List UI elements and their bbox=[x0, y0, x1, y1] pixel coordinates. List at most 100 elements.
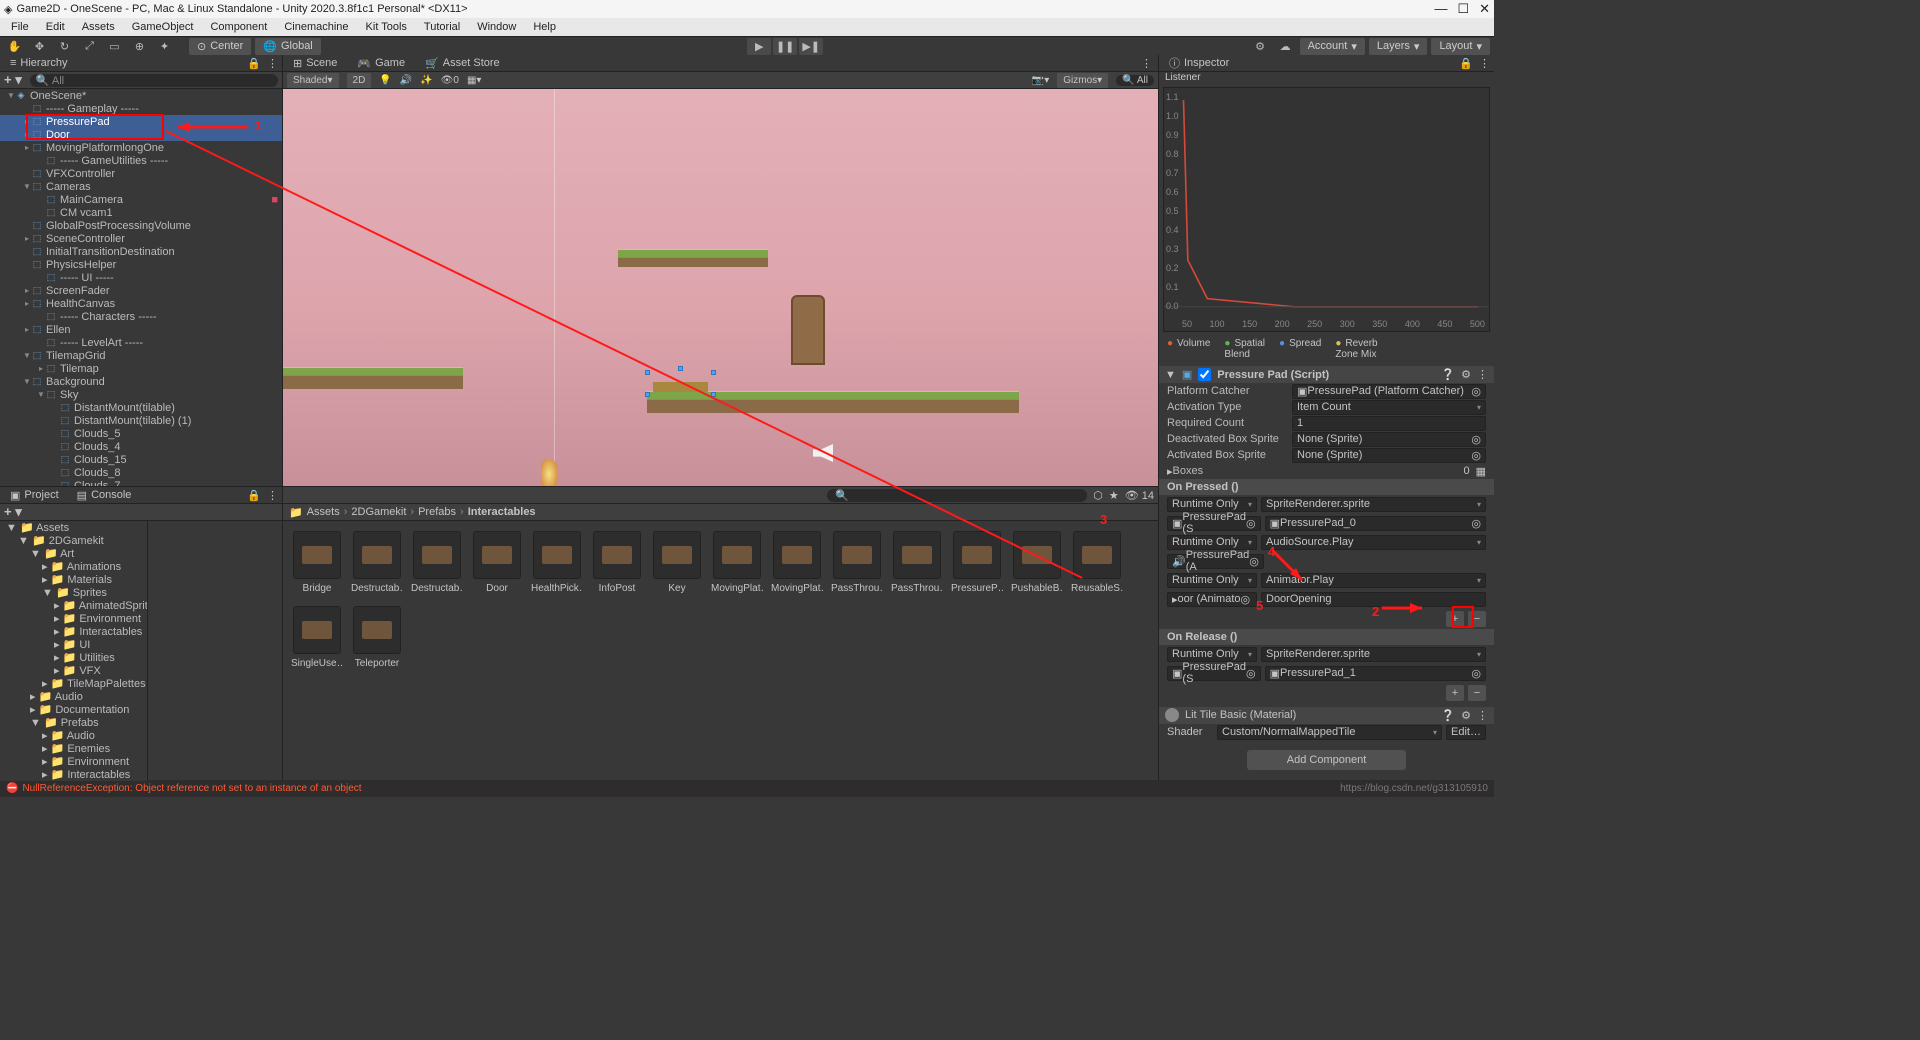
hierarchy-item[interactable]: ▸⬚SceneController bbox=[0, 232, 282, 245]
preset-icon[interactable]: ⚙ bbox=[1461, 368, 1471, 381]
project-folder[interactable]: ▼ 📁 Art bbox=[0, 547, 147, 560]
project-folder[interactable]: ▼ 📁 Prefabs bbox=[0, 716, 147, 729]
door-opening-field[interactable]: DoorOpening bbox=[1261, 592, 1486, 607]
project-folder[interactable]: ▸ 📁 TileMapPalettes bbox=[0, 677, 147, 690]
layers-dropdown[interactable]: Layers ▾ bbox=[1369, 38, 1428, 55]
fav-icon[interactable]: ★ bbox=[1109, 489, 1119, 502]
inspector-tab[interactable]: ⓘ Inspector bbox=[1163, 55, 1235, 71]
hierarchy-item[interactable]: ⬚DistantMount(tilable) bbox=[0, 401, 282, 414]
hierarchy-item[interactable]: ▸⬚HealthCanvas bbox=[0, 297, 282, 310]
custom-tool-icon[interactable]: ✦ bbox=[154, 38, 175, 55]
menu-kittools[interactable]: Kit Tools bbox=[359, 20, 414, 34]
tab-assetstore[interactable]: 🛒 Asset Store bbox=[415, 57, 510, 70]
project-asset-item[interactable]: InfoPost bbox=[593, 531, 641, 594]
menu-component[interactable]: Component bbox=[203, 20, 274, 34]
inspector-lock-icon[interactable]: 🔒 bbox=[1459, 57, 1473, 70]
menu-cinemachine[interactable]: Cinemachine bbox=[277, 20, 355, 34]
event-arg-field[interactable]: ▣ PressurePad_0◎ bbox=[1265, 516, 1486, 531]
project-folder[interactable]: ▸ 📁 Animations bbox=[0, 560, 147, 573]
help-icon[interactable]: ❔ bbox=[1441, 709, 1455, 722]
hidden-icon[interactable]: 👁0 bbox=[441, 75, 459, 86]
panel-menu-icon[interactable]: ⋮ bbox=[267, 489, 278, 502]
project-folder[interactable]: ▼ 📁 2DGamekit bbox=[0, 534, 147, 547]
project-asset-item[interactable]: Destructab… bbox=[413, 531, 461, 594]
grid-icon[interactable]: ▦▾ bbox=[467, 75, 481, 86]
hierarchy-item[interactable]: ▸⬚MovingPlatformlongOne bbox=[0, 141, 282, 154]
hierarchy-item[interactable]: ⬚Clouds_15 bbox=[0, 453, 282, 466]
panel-lock-icon[interactable]: 🔒 bbox=[247, 489, 261, 502]
project-folder[interactable]: ▸ 📁 Interactables bbox=[0, 625, 147, 638]
shader-dropdown[interactable]: Custom/NormalMappedTile bbox=[1217, 725, 1442, 740]
gizmos-dropdown[interactable]: Gizmos ▾ bbox=[1057, 73, 1108, 88]
hidden-count[interactable]: 👁 14 bbox=[1125, 489, 1154, 502]
project-asset-item[interactable]: PassThrou… bbox=[833, 531, 881, 594]
hierarchy-item[interactable]: ⬚----- Characters ----- bbox=[0, 310, 282, 323]
event-onpressed-3[interactable]: Runtime Only Animator.Play bbox=[1159, 571, 1494, 590]
project-asset-item[interactable]: Door bbox=[473, 531, 521, 594]
collab-icon[interactable]: ⚙ bbox=[1250, 38, 1271, 55]
hierarchy-item[interactable]: ⬚InitialTransitionDestination bbox=[0, 245, 282, 258]
event-object-field[interactable]: ▣PressurePad (S ◎ bbox=[1167, 516, 1261, 531]
hierarchy-item[interactable]: ▸⬚PressurePad bbox=[0, 115, 282, 128]
maximize-button[interactable]: ☐ bbox=[1457, 1, 1469, 17]
scale-tool-icon[interactable]: ⤢ bbox=[79, 38, 100, 55]
hierarchy-item[interactable]: ⬚CM vcam1 bbox=[0, 206, 282, 219]
shading-dropdown[interactable]: Shaded ▾ bbox=[287, 73, 339, 88]
project-asset-item[interactable]: PassThrou… bbox=[893, 531, 941, 594]
hierarchy-item[interactable]: ▼⬚Cameras bbox=[0, 180, 282, 193]
activation-type-dropdown[interactable]: Item Count bbox=[1292, 400, 1486, 415]
project-folder[interactable]: ▸ 📁 Environment bbox=[0, 612, 147, 625]
hierarchy-item[interactable]: ⬚----- UI ----- bbox=[0, 271, 282, 284]
hierarchy-item[interactable]: ⬚Clouds_7 bbox=[0, 479, 282, 486]
edit-shader-button[interactable]: Edit… bbox=[1446, 725, 1486, 740]
preset-icon[interactable]: ⚙ bbox=[1461, 709, 1471, 722]
close-button[interactable]: ✕ bbox=[1479, 1, 1490, 17]
hierarchy-item[interactable]: ▸⬚Door bbox=[0, 128, 282, 141]
project-breadcrumb[interactable]: 📁 Assets› 2DGamekit› Prefabs› Interactab… bbox=[283, 504, 1158, 521]
cloud-icon[interactable]: ☁ bbox=[1275, 38, 1296, 55]
event-remove-button[interactable]: − bbox=[1468, 685, 1486, 701]
hierarchy-item[interactable]: ⬚PhysicsHelper bbox=[0, 258, 282, 271]
project-folder[interactable]: ▸ 📁 Environment bbox=[0, 755, 147, 768]
tab-scene[interactable]: ⊞ Scene bbox=[283, 57, 347, 70]
hierarchy-item[interactable]: ▸⬚Tilemap bbox=[0, 362, 282, 375]
project-folder[interactable]: ▸ 📁 VFX bbox=[0, 664, 147, 677]
console-error[interactable]: ⛔ NullReferenceException: Object referen… bbox=[6, 783, 362, 794]
hierarchy-item[interactable]: ▼⬚Sky bbox=[0, 388, 282, 401]
step-button[interactable]: ▶❚ bbox=[799, 38, 823, 55]
project-asset-item[interactable]: HealthPick… bbox=[533, 531, 581, 594]
camera-icon[interactable]: 📷▾ bbox=[1032, 75, 1049, 86]
move-tool-icon[interactable]: ✥ bbox=[29, 38, 50, 55]
required-count-field[interactable]: 1 bbox=[1292, 416, 1486, 431]
activated-sprite-field[interactable]: None (Sprite)◎ bbox=[1292, 448, 1486, 463]
project-folder[interactable]: ▸ 📁 UI bbox=[0, 638, 147, 651]
function-dropdown[interactable]: SpriteRenderer.sprite bbox=[1261, 497, 1486, 512]
boxes-menu-icon[interactable]: ▦ bbox=[1476, 465, 1486, 478]
panel-menu-icon[interactable]: ⋮ bbox=[267, 57, 278, 70]
menu-window[interactable]: Window bbox=[470, 20, 523, 34]
minimize-button[interactable]: — bbox=[1434, 1, 1447, 17]
project-folder[interactable]: ▸ 📁 AnimatedSprites bbox=[0, 599, 147, 612]
lighting-icon[interactable]: 💡 bbox=[379, 75, 391, 86]
layout-dropdown[interactable]: Layout ▾ bbox=[1431, 38, 1490, 55]
scene-view[interactable] bbox=[283, 89, 1158, 486]
audio-icon[interactable]: 🔊 bbox=[400, 75, 412, 86]
project-folder[interactable]: ▼ 📁 Assets bbox=[0, 521, 147, 534]
project-asset-item[interactable]: Key bbox=[653, 531, 701, 594]
component-enabled-checkbox[interactable] bbox=[1198, 368, 1211, 381]
project-folder[interactable]: ▸ 📁 Utilities bbox=[0, 651, 147, 664]
project-asset-item[interactable]: Teleporter bbox=[353, 606, 401, 669]
project-search[interactable]: 🔍 bbox=[827, 489, 1087, 502]
hierarchy-item[interactable]: ▸⬚Ellen bbox=[0, 323, 282, 336]
project-folder[interactable]: ▼ 📁 Sprites bbox=[0, 586, 147, 599]
hierarchy-item[interactable]: ⬚----- Gameplay ----- bbox=[0, 102, 282, 115]
project-folder[interactable]: ▸ 📁 Enemies bbox=[0, 742, 147, 755]
rect-tool-icon[interactable]: ▭ bbox=[104, 38, 125, 55]
scene-root[interactable]: ▼ ◈ OneScene* bbox=[0, 89, 282, 102]
project-asset-item[interactable]: ReusableS… bbox=[1073, 531, 1121, 594]
project-asset-item[interactable]: Bridge bbox=[293, 531, 341, 594]
project-folder[interactable]: ▸ 📁 Interactables bbox=[0, 768, 147, 781]
hierarchy-item[interactable]: ⬚Clouds_8 bbox=[0, 466, 282, 479]
menu-help[interactable]: Help bbox=[526, 20, 563, 34]
project-folder-tree[interactable]: ▼ 📁 Assets▼ 📁 2DGamekit▼ 📁 Art▸ 📁 Animat… bbox=[0, 521, 148, 781]
